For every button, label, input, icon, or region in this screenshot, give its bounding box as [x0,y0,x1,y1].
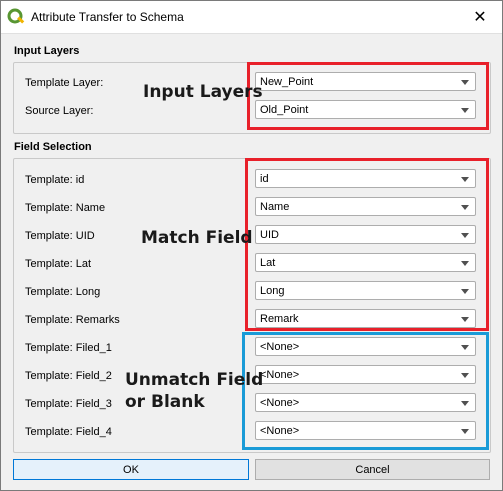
field-selection-title: Field Selection [14,141,92,153]
ok-button[interactable]: OK [13,459,249,480]
unmatch-field-annotation-line2: or Blank [125,392,205,412]
title-bar[interactable]: Attribute Transfer to Schema ✕ [1,1,502,34]
field-label-uid: Template: UID [25,230,95,242]
close-button[interactable]: ✕ [458,1,502,33]
source-layer-label: Source Layer: [25,105,94,117]
match-field-annotation: Match Field [141,228,253,248]
field-label-lat: Template: Lat [25,258,92,270]
unmatch-field-annotation-line1: Unmatch Field [125,370,264,390]
dialog-window: Attribute Transfer to Schema ✕ Input Lay… [0,0,503,491]
close-icon: ✕ [473,9,487,26]
unmatch-field-highlight [242,332,489,450]
field-label-long: Template: Long [25,286,101,298]
cancel-button[interactable]: Cancel [255,459,490,480]
field-label-remarks: Template: Remarks [25,314,120,326]
field-label-filed-1: Template: Filed_1 [25,342,112,354]
template-layer-label: Template Layer: [25,77,104,89]
match-field-highlight [245,158,489,331]
field-label-id: Template: id [25,174,85,186]
field-label-name: Template: Name [25,202,106,214]
field-label-field-2: Template: Field_2 [25,370,112,382]
field-label-field-4: Template: Field_4 [25,426,112,438]
qgis-logo-icon [7,8,25,24]
window-title: Attribute Transfer to Schema [31,10,184,24]
input-layers-annotation: Input Layers [143,82,263,102]
input-layers-title: Input Layers [14,45,80,57]
input-layers-highlight [247,62,489,130]
field-label-field-3: Template: Field_3 [25,398,112,410]
